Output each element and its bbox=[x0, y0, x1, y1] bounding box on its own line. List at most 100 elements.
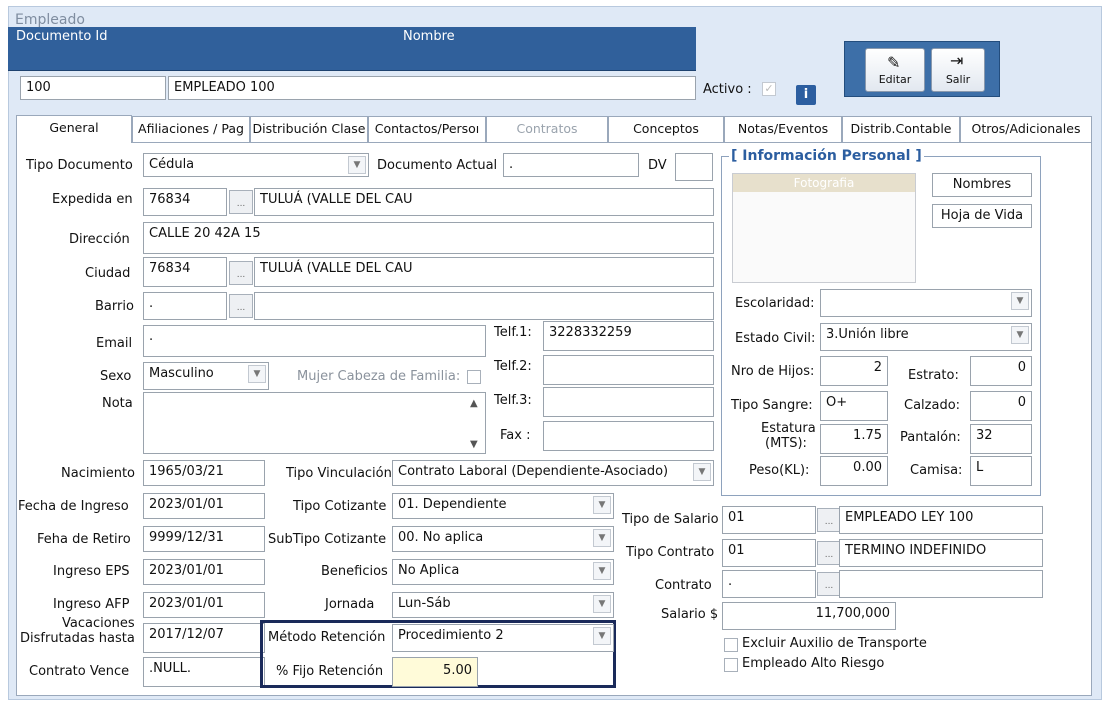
barrio-name-field[interactable] bbox=[254, 292, 714, 320]
telf2-field[interactable] bbox=[543, 355, 714, 385]
documento-actual-field[interactable]: . bbox=[503, 153, 639, 177]
nacimiento-field[interactable]: 1965/03/21 bbox=[143, 460, 265, 486]
sexo-select[interactable]: Masculino ▼ bbox=[143, 362, 269, 390]
tab-distrib-contable[interactable]: Distrib.Contable bbox=[842, 116, 960, 142]
ingreso-afp-field[interactable]: 2023/01/01 bbox=[143, 592, 265, 618]
email-field[interactable]: . bbox=[143, 325, 486, 357]
nro-hijos-field[interactable]: 2 bbox=[820, 356, 888, 386]
exit-icon: ⇥ bbox=[950, 51, 964, 70]
tab-notas-eventos[interactable]: Notas/Eventos bbox=[724, 116, 842, 142]
direccion-label: Dirección bbox=[69, 232, 130, 247]
subtipo-cotizante-select[interactable]: 00. No aplica ▼ bbox=[392, 526, 614, 552]
ingreso-eps-field[interactable]: 2023/01/01 bbox=[143, 559, 265, 585]
tipo-documento-value: Cédula bbox=[149, 157, 195, 172]
name-field[interactable]: EMPLEADO 100 bbox=[168, 76, 696, 100]
tipo-cotizante-select[interactable]: 01. Dependiente ▼ bbox=[392, 493, 614, 519]
telf3-label: Telf.3: bbox=[494, 393, 532, 408]
vacaciones-label-2: Disfrutadas hasta bbox=[20, 631, 135, 646]
estatura-field[interactable]: 1.75 bbox=[820, 424, 888, 454]
nombres-button[interactable]: Nombres bbox=[932, 173, 1032, 197]
peso-label: Peso(KL): bbox=[749, 463, 810, 478]
info-icon[interactable]: i bbox=[796, 85, 816, 105]
tab-general[interactable]: General bbox=[16, 115, 132, 143]
doc-id-field[interactable]: 100 bbox=[20, 76, 166, 100]
fecha-retiro-label: Feha de Retiro bbox=[37, 532, 131, 547]
nota-scrollbar[interactable]: ▲ ▼ bbox=[466, 394, 484, 450]
ciudad-name-field[interactable]: TULUÁ (VALLE DEL CAU bbox=[254, 257, 714, 287]
fecha-ingreso-field[interactable]: 2023/01/01 bbox=[143, 493, 265, 519]
pantalon-label: Pantalón: bbox=[900, 430, 961, 445]
ciudad-lookup-button[interactable]: ... bbox=[229, 261, 253, 285]
estatura-label-2: (MTS): bbox=[765, 436, 807, 451]
metodo-retencion-select[interactable]: Procedimiento 2 ▼ bbox=[392, 624, 614, 652]
estatura-label: Estatura bbox=[761, 421, 816, 436]
tab-otros-adicionales[interactable]: Otros/Adicionales bbox=[960, 116, 1092, 142]
contrato-name[interactable] bbox=[839, 570, 1043, 598]
tipo-sangre-field[interactable]: O+ bbox=[820, 391, 888, 421]
tab-contactos[interactable]: Contactos/Persoı bbox=[368, 116, 486, 142]
excluir-auxilio-label: Excluir Auxilio de Transporte bbox=[742, 636, 927, 651]
pantalon-field[interactable]: 32 bbox=[970, 424, 1032, 454]
excluir-auxilio-checkbox[interactable] bbox=[724, 638, 738, 652]
tab-contratos[interactable]: Contratos bbox=[486, 116, 608, 142]
tipo-salario-name[interactable]: EMPLEADO LEY 100 bbox=[839, 506, 1043, 534]
tab-conceptos[interactable]: Conceptos bbox=[608, 116, 724, 142]
exit-button-label: Salir bbox=[945, 73, 971, 86]
tab-distribucion-clase[interactable]: Distribución Clase bbox=[250, 116, 368, 142]
beneficios-select[interactable]: No Aplica ▼ bbox=[392, 559, 614, 585]
ciudad-label: Ciudad bbox=[85, 266, 131, 281]
telf3-field[interactable] bbox=[543, 387, 714, 417]
tipo-salario-lookup-button[interactable]: ... bbox=[817, 508, 841, 532]
dv-field[interactable] bbox=[675, 153, 713, 181]
expedida-code-field[interactable]: 76834 bbox=[143, 188, 227, 216]
contrato-code[interactable]: . bbox=[722, 570, 816, 598]
estrato-field[interactable]: 0 bbox=[970, 356, 1032, 386]
tipo-documento-select[interactable]: Cédula ▼ bbox=[143, 153, 369, 177]
barrio-lookup-button[interactable]: ... bbox=[229, 294, 253, 318]
mujer-cabeza-checkbox[interactable] bbox=[467, 370, 481, 384]
metodo-retencion-value: Procedimiento 2 bbox=[398, 628, 504, 643]
fecha-retiro-field[interactable]: 9999/12/31 bbox=[143, 526, 265, 552]
telf2-label: Telf.2: bbox=[494, 359, 532, 374]
tipo-vinculacion-label: Tipo Vinculación bbox=[286, 466, 392, 481]
telf1-field[interactable]: 3228332259 bbox=[543, 321, 714, 351]
informacion-personal-title: [ Información Personal ] bbox=[729, 148, 924, 164]
camisa-field[interactable]: L bbox=[970, 456, 1032, 486]
doc-id-column-label: Documento Id bbox=[16, 29, 108, 44]
expedida-lookup-button[interactable]: ... bbox=[229, 190, 253, 214]
hoja-de-vida-button[interactable]: Hoja de Vida bbox=[932, 204, 1032, 228]
activo-checkbox[interactable]: ✓ bbox=[762, 82, 776, 96]
contrato-vence-field[interactable]: .NULL. bbox=[143, 657, 265, 687]
estado-civil-select[interactable]: 3.Unión libre ▼ bbox=[820, 323, 1032, 351]
barrio-code-field[interactable]: . bbox=[143, 292, 227, 320]
jornada-select[interactable]: Lun-Sáb ▼ bbox=[392, 592, 614, 618]
fijo-retencion-field[interactable]: 5.00 bbox=[392, 657, 478, 687]
vacaciones-field[interactable]: 2017/12/07 bbox=[143, 623, 265, 653]
ciudad-code-field[interactable]: 76834 bbox=[143, 257, 227, 287]
direccion-field[interactable]: CALLE 20 42A 15 bbox=[143, 222, 714, 254]
tipo-contrato-code[interactable]: 01 bbox=[722, 539, 816, 567]
tab-afiliaciones[interactable]: Afiliaciones / Pag bbox=[132, 116, 250, 142]
contrato-lookup-button[interactable]: ... bbox=[817, 572, 841, 596]
tipo-sangre-label: Tipo Sangre: bbox=[731, 398, 813, 413]
chevron-down-icon: ▼ bbox=[248, 365, 266, 383]
chevron-down-icon: ▼ bbox=[1011, 326, 1029, 344]
tipo-contrato-name[interactable]: TERMINO INDEFINIDO bbox=[839, 539, 1043, 567]
photo-label: Fotografia bbox=[733, 174, 915, 192]
peso-field[interactable]: 0.00 bbox=[820, 456, 888, 486]
sexo-value: Masculino bbox=[149, 366, 214, 381]
tipo-vinculacion-select[interactable]: Contrato Laboral (Dependiente-Asociado) ▼ bbox=[392, 460, 714, 486]
exit-button[interactable]: ⇥ Salir bbox=[931, 48, 985, 92]
tipo-contrato-lookup-button[interactable]: ... bbox=[817, 541, 841, 565]
fax-field[interactable] bbox=[543, 421, 714, 451]
nota-textarea[interactable]: ▲ ▼ bbox=[143, 392, 486, 454]
calzado-field[interactable]: 0 bbox=[970, 391, 1032, 421]
tipo-salario-code[interactable]: 01 bbox=[722, 506, 816, 534]
expedida-name-field[interactable]: TULUÁ (VALLE DEL CAU bbox=[254, 188, 714, 216]
salario-field[interactable]: 11,700,000 bbox=[722, 602, 896, 630]
escolaridad-select[interactable]: ▼ bbox=[820, 289, 1032, 317]
alto-riesgo-checkbox[interactable] bbox=[724, 658, 738, 672]
edit-button[interactable]: ✎ Editar bbox=[865, 48, 925, 92]
scroll-up-icon: ▲ bbox=[470, 398, 478, 409]
photo-frame[interactable]: Fotografia bbox=[732, 173, 916, 283]
